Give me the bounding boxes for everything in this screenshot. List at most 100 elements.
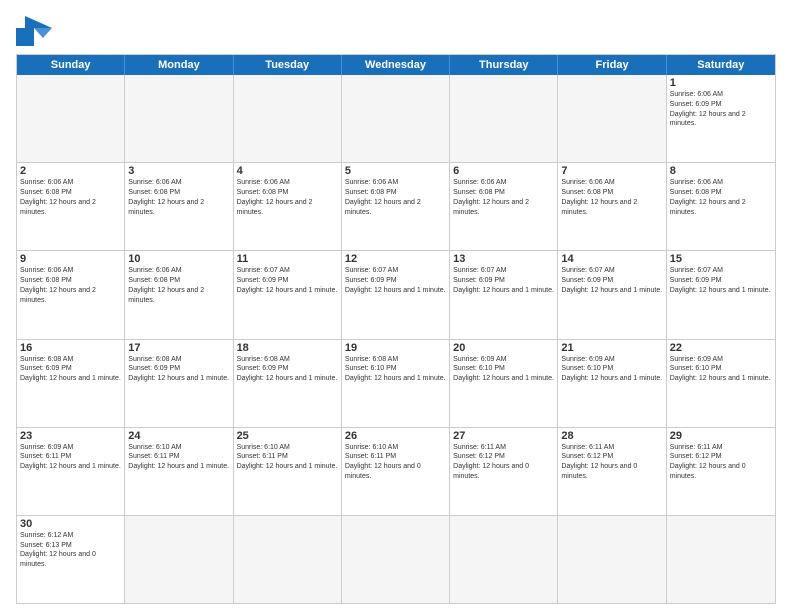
day-number: 22	[670, 342, 772, 354]
weekday-header-saturday: Saturday	[667, 55, 775, 75]
day-info: Sunrise: 6:06 AMSunset: 6:09 PMDaylight:…	[670, 90, 772, 129]
calendar-cell	[667, 516, 775, 603]
calendar-cell: 7Sunrise: 6:06 AMSunset: 6:08 PMDaylight…	[558, 163, 666, 250]
day-info: Sunrise: 6:06 AMSunset: 6:08 PMDaylight:…	[128, 178, 229, 217]
calendar-cell: 23Sunrise: 6:09 AMSunset: 6:11 PMDayligh…	[17, 428, 125, 515]
day-number: 30	[20, 518, 121, 530]
day-info: Sunrise: 6:07 AMSunset: 6:09 PMDaylight:…	[670, 266, 772, 295]
weekday-header-wednesday: Wednesday	[342, 55, 450, 75]
calendar-cell	[234, 516, 342, 603]
calendar-cell: 14Sunrise: 6:07 AMSunset: 6:09 PMDayligh…	[558, 251, 666, 338]
day-info: Sunrise: 6:11 AMSunset: 6:12 PMDaylight:…	[670, 443, 772, 482]
day-number: 12	[345, 253, 446, 265]
weekday-header-thursday: Thursday	[450, 55, 558, 75]
day-info: Sunrise: 6:09 AMSunset: 6:10 PMDaylight:…	[561, 355, 662, 384]
logo	[16, 16, 56, 46]
calendar-cell: 8Sunrise: 6:06 AMSunset: 6:08 PMDaylight…	[667, 163, 775, 250]
day-info: Sunrise: 6:11 AMSunset: 6:12 PMDaylight:…	[561, 443, 662, 482]
calendar-cell: 12Sunrise: 6:07 AMSunset: 6:09 PMDayligh…	[342, 251, 450, 338]
calendar-cell: 29Sunrise: 6:11 AMSunset: 6:12 PMDayligh…	[667, 428, 775, 515]
calendar-cell: 22Sunrise: 6:09 AMSunset: 6:10 PMDayligh…	[667, 340, 775, 427]
day-info: Sunrise: 6:09 AMSunset: 6:11 PMDaylight:…	[20, 443, 121, 472]
day-number: 1	[670, 77, 772, 89]
day-number: 7	[561, 165, 662, 177]
day-number: 9	[20, 253, 121, 265]
calendar-cell: 30Sunrise: 6:12 AMSunset: 6:13 PMDayligh…	[17, 516, 125, 603]
day-number: 2	[20, 165, 121, 177]
day-number: 27	[453, 430, 554, 442]
calendar-row-6: 30Sunrise: 6:12 AMSunset: 6:13 PMDayligh…	[17, 515, 775, 603]
weekday-header-sunday: Sunday	[17, 55, 125, 75]
calendar-cell: 10Sunrise: 6:06 AMSunset: 6:08 PMDayligh…	[125, 251, 233, 338]
day-info: Sunrise: 6:08 AMSunset: 6:10 PMDaylight:…	[345, 355, 446, 384]
header	[16, 16, 776, 46]
calendar-cell: 28Sunrise: 6:11 AMSunset: 6:12 PMDayligh…	[558, 428, 666, 515]
day-number: 19	[345, 342, 446, 354]
calendar-cell: 2Sunrise: 6:06 AMSunset: 6:08 PMDaylight…	[17, 163, 125, 250]
calendar: SundayMondayTuesdayWednesdayThursdayFrid…	[16, 54, 776, 604]
day-info: Sunrise: 6:07 AMSunset: 6:09 PMDaylight:…	[561, 266, 662, 295]
calendar-cell	[125, 75, 233, 162]
calendar-row-3: 9Sunrise: 6:06 AMSunset: 6:08 PMDaylight…	[17, 250, 775, 338]
day-info: Sunrise: 6:06 AMSunset: 6:08 PMDaylight:…	[561, 178, 662, 217]
day-number: 23	[20, 430, 121, 442]
day-info: Sunrise: 6:06 AMSunset: 6:08 PMDaylight:…	[345, 178, 446, 217]
calendar-cell	[234, 75, 342, 162]
day-number: 10	[128, 253, 229, 265]
day-info: Sunrise: 6:06 AMSunset: 6:08 PMDaylight:…	[453, 178, 554, 217]
day-number: 8	[670, 165, 772, 177]
calendar-row-4: 16Sunrise: 6:08 AMSunset: 6:09 PMDayligh…	[17, 339, 775, 427]
calendar-cell: 4Sunrise: 6:06 AMSunset: 6:08 PMDaylight…	[234, 163, 342, 250]
calendar-cell: 5Sunrise: 6:06 AMSunset: 6:08 PMDaylight…	[342, 163, 450, 250]
calendar-cell: 18Sunrise: 6:08 AMSunset: 6:09 PMDayligh…	[234, 340, 342, 427]
weekday-header-monday: Monday	[125, 55, 233, 75]
calendar-cell: 15Sunrise: 6:07 AMSunset: 6:09 PMDayligh…	[667, 251, 775, 338]
calendar-cell	[450, 75, 558, 162]
calendar-cell: 6Sunrise: 6:06 AMSunset: 6:08 PMDaylight…	[450, 163, 558, 250]
calendar-cell: 24Sunrise: 6:10 AMSunset: 6:11 PMDayligh…	[125, 428, 233, 515]
day-number: 17	[128, 342, 229, 354]
day-number: 11	[237, 253, 338, 265]
calendar-cell	[125, 516, 233, 603]
day-number: 21	[561, 342, 662, 354]
day-number: 20	[453, 342, 554, 354]
calendar-row-1: 1Sunrise: 6:06 AMSunset: 6:09 PMDaylight…	[17, 75, 775, 162]
day-info: Sunrise: 6:07 AMSunset: 6:09 PMDaylight:…	[345, 266, 446, 295]
day-info: Sunrise: 6:08 AMSunset: 6:09 PMDaylight:…	[237, 355, 338, 384]
calendar-cell: 3Sunrise: 6:06 AMSunset: 6:08 PMDaylight…	[125, 163, 233, 250]
day-number: 4	[237, 165, 338, 177]
day-number: 14	[561, 253, 662, 265]
weekday-header-friday: Friday	[558, 55, 666, 75]
day-number: 26	[345, 430, 446, 442]
calendar-cell: 26Sunrise: 6:10 AMSunset: 6:11 PMDayligh…	[342, 428, 450, 515]
calendar-cell: 17Sunrise: 6:08 AMSunset: 6:09 PMDayligh…	[125, 340, 233, 427]
calendar-cell: 21Sunrise: 6:09 AMSunset: 6:10 PMDayligh…	[558, 340, 666, 427]
calendar-cell: 11Sunrise: 6:07 AMSunset: 6:09 PMDayligh…	[234, 251, 342, 338]
day-info: Sunrise: 6:10 AMSunset: 6:11 PMDaylight:…	[237, 443, 338, 472]
calendar-cell: 9Sunrise: 6:06 AMSunset: 6:08 PMDaylight…	[17, 251, 125, 338]
calendar-cell: 27Sunrise: 6:11 AMSunset: 6:12 PMDayligh…	[450, 428, 558, 515]
calendar-cell	[558, 516, 666, 603]
calendar-cell	[17, 75, 125, 162]
day-info: Sunrise: 6:06 AMSunset: 6:08 PMDaylight:…	[20, 266, 121, 305]
day-number: 28	[561, 430, 662, 442]
logo-icon	[16, 16, 52, 46]
day-info: Sunrise: 6:06 AMSunset: 6:08 PMDaylight:…	[670, 178, 772, 217]
day-info: Sunrise: 6:12 AMSunset: 6:13 PMDaylight:…	[20, 531, 121, 570]
day-number: 13	[453, 253, 554, 265]
day-info: Sunrise: 6:08 AMSunset: 6:09 PMDaylight:…	[20, 355, 121, 384]
day-info: Sunrise: 6:06 AMSunset: 6:08 PMDaylight:…	[128, 266, 229, 305]
day-number: 18	[237, 342, 338, 354]
calendar-cell	[558, 75, 666, 162]
calendar-cell: 25Sunrise: 6:10 AMSunset: 6:11 PMDayligh…	[234, 428, 342, 515]
day-info: Sunrise: 6:07 AMSunset: 6:09 PMDaylight:…	[237, 266, 338, 295]
day-info: Sunrise: 6:10 AMSunset: 6:11 PMDaylight:…	[345, 443, 446, 482]
calendar-header: SundayMondayTuesdayWednesdayThursdayFrid…	[17, 55, 775, 75]
day-number: 16	[20, 342, 121, 354]
day-number: 15	[670, 253, 772, 265]
weekday-header-tuesday: Tuesday	[234, 55, 342, 75]
calendar-cell	[450, 516, 558, 603]
calendar-cell: 16Sunrise: 6:08 AMSunset: 6:09 PMDayligh…	[17, 340, 125, 427]
day-number: 6	[453, 165, 554, 177]
calendar-cell: 19Sunrise: 6:08 AMSunset: 6:10 PMDayligh…	[342, 340, 450, 427]
